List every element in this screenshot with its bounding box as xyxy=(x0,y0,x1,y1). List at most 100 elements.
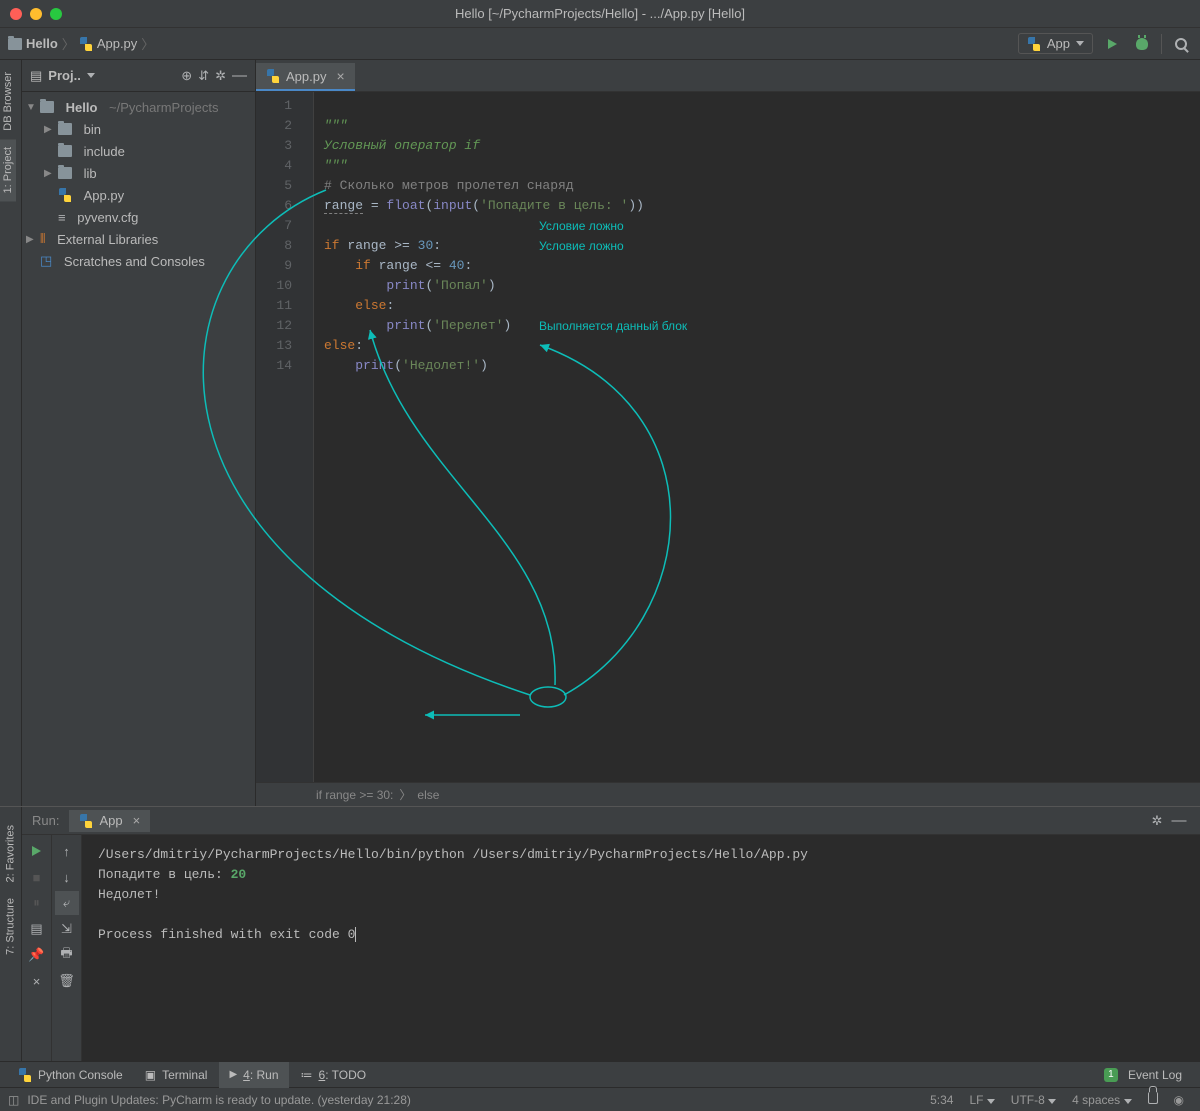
python-icon xyxy=(79,814,93,828)
tool-window-toggle-icon[interactable]: ◫ xyxy=(8,1093,19,1107)
caret-position[interactable]: 5:34 xyxy=(922,1093,961,1107)
down-button[interactable]: ↓ xyxy=(55,865,79,889)
breadcrumb-segment[interactable]: else xyxy=(417,788,439,802)
left-tool-stripe-lower: 2: Favorites 7: Structure xyxy=(0,807,22,1061)
python-console-tab[interactable]: Python Console xyxy=(8,1062,133,1088)
indent-settings[interactable]: 4 spaces xyxy=(1064,1093,1139,1107)
folder-icon xyxy=(40,101,54,113)
run-config-label: App xyxy=(1047,36,1070,51)
structure-tool-tab[interactable]: 7: Structure xyxy=(0,890,21,963)
tree-file-pyvenv[interactable]: ≡ pyvenv.cfg xyxy=(22,206,255,228)
bottom-tool-bar: Python Console ▣Terminal ▶4: Run ≔6: TOD… xyxy=(0,1061,1200,1087)
print-button[interactable]: 🖶 xyxy=(55,943,79,967)
run-configuration-selector[interactable]: App xyxy=(1018,33,1093,54)
code-content[interactable]: """ Условный оператор if """ # Сколько м… xyxy=(314,92,654,782)
run-toolbar-primary: ■ ⏸ ▤ 📌 × xyxy=(22,835,52,1061)
tree-root[interactable]: ▼ Hello ~/PycharmProjects xyxy=(22,96,255,118)
window-title: Hello [~/PycharmProjects/Hello] - .../Ap… xyxy=(455,6,745,21)
folder-icon xyxy=(58,167,72,179)
fold-gutter[interactable] xyxy=(300,92,314,782)
run-tab-app[interactable]: App × xyxy=(69,810,150,832)
gear-icon[interactable]: ✲ xyxy=(1146,810,1168,832)
file-tab-app[interactable]: App.py × xyxy=(256,63,355,91)
terminal-tab[interactable]: ▣Terminal xyxy=(135,1062,218,1088)
project-panel-header: ▤ Proj.. ⊕ ⇵ ✲ — xyxy=(22,60,255,92)
line-separator[interactable]: LF xyxy=(961,1093,1002,1107)
gear-icon[interactable]: ✲ xyxy=(215,68,226,84)
code-editor[interactable]: 1234567891011121314 """ Условный операто… xyxy=(256,92,1200,782)
target-icon[interactable]: ⊕ xyxy=(181,68,192,84)
tree-external-libs[interactable]: ▶⫴ External Libraries xyxy=(22,228,255,250)
editor-area: App.py × 1234567891011121314 """ Условны… xyxy=(256,60,1200,806)
scroll-to-end-button[interactable]: ⇲ xyxy=(55,917,79,941)
search-icon xyxy=(1175,38,1187,50)
run-tab[interactable]: ▶4: Run xyxy=(219,1062,288,1088)
breadcrumb-project[interactable]: Hello 〉 xyxy=(8,34,75,53)
event-log-tab[interactable]: 1Event Log xyxy=(1094,1062,1192,1088)
debug-button[interactable] xyxy=(1131,33,1153,55)
tree-scratches[interactable]: ◳ Scratches and Consoles xyxy=(22,250,255,272)
left-tool-stripe: DB Browser 1: Project xyxy=(0,60,22,806)
maximize-window-button[interactable] xyxy=(50,8,62,20)
run-panel-header: Run: App × ✲ — xyxy=(22,807,1200,835)
chevron-down-icon xyxy=(1124,1099,1132,1104)
soft-wrap-button[interactable]: ⤶ xyxy=(55,891,79,915)
tree-folder-lib[interactable]: ▶ lib xyxy=(22,162,255,184)
chevron-down-icon xyxy=(987,1099,995,1104)
collapse-icon[interactable]: ⇵ xyxy=(198,68,209,84)
code-breadcrumb[interactable]: if range >= 30: 〉 else xyxy=(256,782,1200,806)
layout-button[interactable]: ▤ xyxy=(25,917,49,941)
up-button[interactable]: ↑ xyxy=(55,839,79,863)
annotation: Условие ложно xyxy=(539,236,624,256)
run-toolbar-secondary: ↑ ↓ ⤶ ⇲ 🖶 🗑 xyxy=(52,835,82,1061)
search-everywhere-button[interactable] xyxy=(1170,33,1192,55)
line-number-gutter: 1234567891011121314 xyxy=(256,92,300,782)
close-window-button[interactable] xyxy=(10,8,22,20)
inspection-indicator[interactable]: ◉ xyxy=(1166,1093,1192,1107)
folder-icon xyxy=(8,38,22,50)
python-icon xyxy=(18,1068,32,1082)
favorites-tool-tab[interactable]: 2: Favorites xyxy=(0,817,21,890)
annotation: Выполняется данный блок xyxy=(539,316,687,336)
folder-icon xyxy=(58,145,72,157)
todo-tab[interactable]: ≔6: TODO xyxy=(291,1062,377,1088)
db-browser-tab[interactable]: DB Browser xyxy=(0,64,16,139)
tree-folder-bin[interactable]: ▶ bin xyxy=(22,118,255,140)
rerun-button[interactable] xyxy=(25,839,49,863)
annotation: Условие ложно xyxy=(539,216,624,236)
project-tree[interactable]: ▼ Hello ~/PycharmProjects ▶ bin include … xyxy=(22,92,255,276)
closeore-run-tab-icon[interactable]: × xyxy=(133,813,141,828)
project-tool-tab[interactable]: 1: Project xyxy=(0,139,16,201)
clear-button[interactable]: 🗑 xyxy=(55,969,79,993)
readonly-toggle[interactable] xyxy=(1140,1092,1166,1107)
folder-icon xyxy=(58,123,72,135)
chevron-down-icon[interactable] xyxy=(87,73,95,78)
close-button[interactable]: × xyxy=(25,969,49,993)
breadcrumb-project-label: Hello xyxy=(26,36,58,51)
lock-icon xyxy=(1148,1092,1158,1104)
console-output[interactable]: /Users/dmitriy/PycharmProjects/Hello/bin… xyxy=(82,835,1200,1061)
breadcrumb-file-label: App.py xyxy=(97,36,137,51)
python-icon xyxy=(266,69,280,83)
notification-badge: 1 xyxy=(1104,1068,1118,1082)
minimize-window-button[interactable] xyxy=(30,8,42,20)
tree-folder-include[interactable]: include xyxy=(22,140,255,162)
run-button[interactable] xyxy=(1101,33,1123,55)
python-icon xyxy=(58,188,72,202)
close-tab-icon[interactable]: × xyxy=(336,68,344,84)
status-bar: ◫ IDE and Plugin Updates: PyCharm is rea… xyxy=(0,1087,1200,1111)
tree-file-app[interactable]: App.py xyxy=(22,184,255,206)
pin-button[interactable]: 📌 xyxy=(25,943,49,967)
pause-button[interactable]: ⏸ xyxy=(25,891,49,915)
hide-panel-button[interactable]: — xyxy=(232,67,247,84)
console-exit-line: Process finished with exit code 0 xyxy=(98,927,355,942)
status-message[interactable]: IDE and Plugin Updates: PyCharm is ready… xyxy=(19,1093,419,1107)
breadcrumb-segment[interactable]: if range >= 30: xyxy=(316,788,393,802)
stop-button[interactable]: ■ xyxy=(25,865,49,889)
hide-panel-button[interactable]: — xyxy=(1168,810,1190,832)
editor-tabs: App.py × xyxy=(256,60,1200,92)
breadcrumb-file[interactable]: App.py 〉 xyxy=(79,34,155,53)
file-tab-label: App.py xyxy=(286,69,326,84)
navigation-bar: Hello 〉 App.py 〉 App xyxy=(0,28,1200,60)
file-encoding[interactable]: UTF-8 xyxy=(1003,1093,1064,1107)
